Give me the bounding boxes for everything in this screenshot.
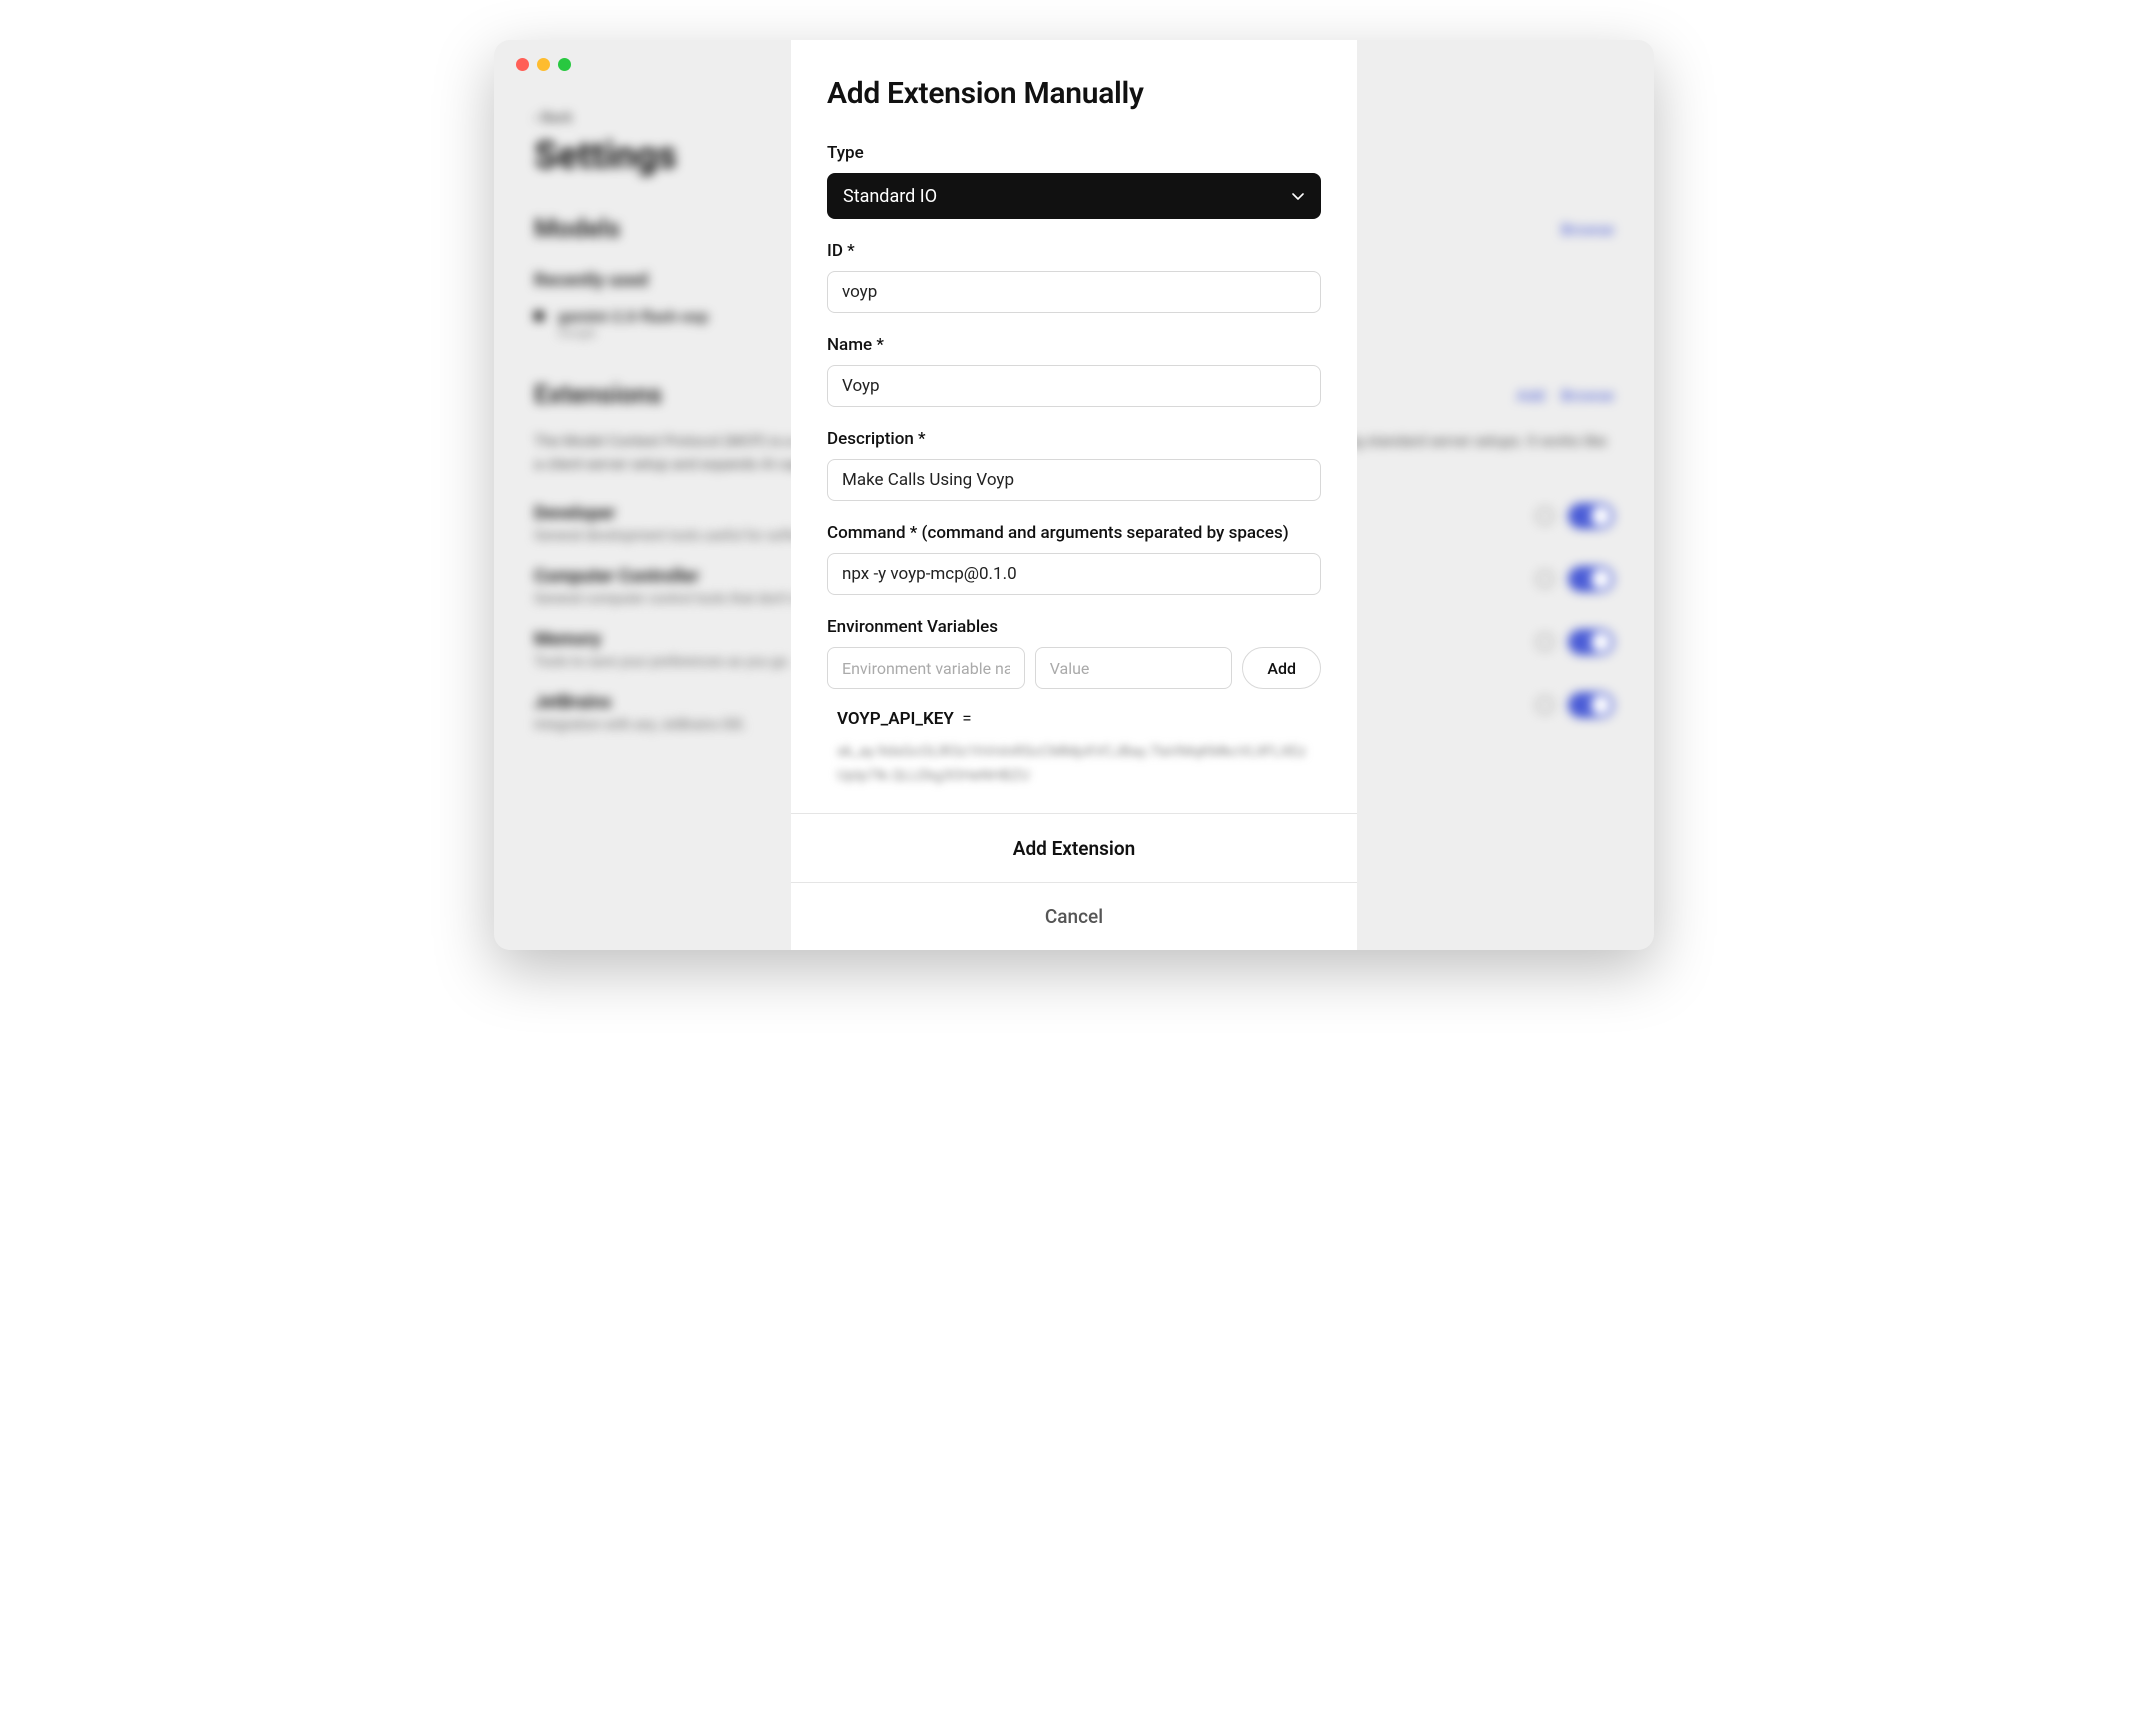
type-label: Type [827, 143, 1321, 163]
modal-overlay: Add Extension Manually Type Standard IO … [494, 40, 1654, 950]
modal-title: Add Extension Manually [827, 76, 1321, 111]
traffic-lights [516, 58, 571, 71]
env-var-key: VOYP_API_KEY [837, 709, 954, 729]
env-vars-label: Environment Variables [827, 617, 1321, 637]
id-label: ID * [827, 241, 1321, 261]
name-label: Name * [827, 335, 1321, 355]
type-select-value: Standard IO [843, 186, 937, 207]
type-select[interactable]: Standard IO [827, 173, 1321, 219]
env-var-equals: = [962, 709, 971, 729]
env-var-value: sk_ay.9dsGcOLlR3z1hVnInRScCMMpXVCJBay.7l… [837, 739, 1321, 787]
command-label: Command * (command and arguments separat… [827, 523, 1321, 543]
chevron-down-icon [1291, 189, 1305, 203]
minimize-window-button[interactable] [537, 58, 550, 71]
env-value-input[interactable] [1035, 647, 1233, 689]
modal-footer: Add Extension Cancel [791, 813, 1357, 950]
cancel-button[interactable]: Cancel [791, 882, 1357, 950]
description-input[interactable] [827, 459, 1321, 501]
command-input[interactable] [827, 553, 1321, 595]
name-input[interactable] [827, 365, 1321, 407]
id-input[interactable] [827, 271, 1321, 313]
env-name-input[interactable] [827, 647, 1025, 689]
env-var-entry: VOYP_API_KEY = sk_ay.9dsGcOLlR3z1hVnInRS… [827, 709, 1321, 787]
description-label: Description * [827, 429, 1321, 449]
add-extension-modal: Add Extension Manually Type Standard IO … [791, 40, 1357, 950]
add-extension-button[interactable]: Add Extension [791, 814, 1357, 882]
close-window-button[interactable] [516, 58, 529, 71]
modal-body: Add Extension Manually Type Standard IO … [791, 40, 1357, 813]
app-window: ‹ Back Settings Models Browse Recently u… [494, 40, 1654, 950]
env-add-button[interactable]: Add [1242, 647, 1321, 689]
maximize-window-button[interactable] [558, 58, 571, 71]
